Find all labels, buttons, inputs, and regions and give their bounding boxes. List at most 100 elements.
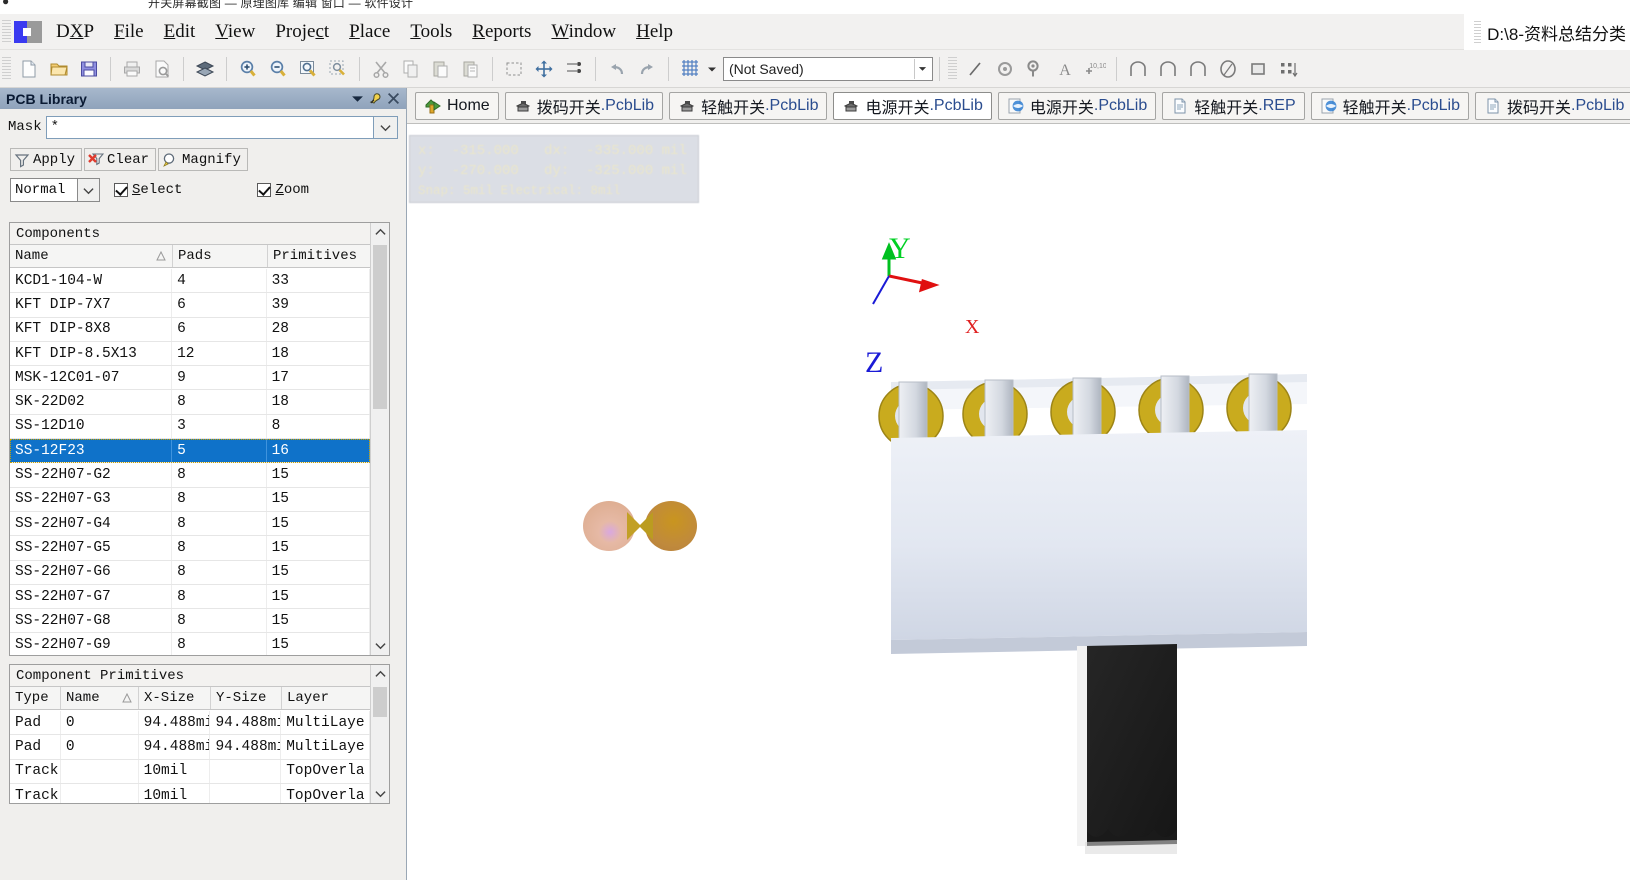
column-header-pads[interactable]: Pads [173,245,268,267]
place-arc-center-icon[interactable] [1124,55,1152,83]
new-document-icon[interactable] [15,55,43,83]
table-row[interactable]: SS-22H07-G4 8 15 [10,511,370,537]
scrollbar-thumb[interactable] [373,245,387,409]
table-row[interactable]: SS-22H07-G6 8 15 [10,560,370,585]
copy-icon[interactable] [397,55,425,83]
tab-4[interactable]: 电源开关 .PcbLib [997,91,1157,120]
snap-grid-combo[interactable]: (Not Saved) [723,56,933,81]
grid-icon[interactable] [676,55,704,83]
tab-3[interactable]: 电源开关 .PcbLib [833,91,992,120]
zoom-out-icon[interactable] [264,55,292,83]
place-arc-edge-icon[interactable] [1154,55,1182,83]
place-coordinate-icon[interactable]: 10,10 [1081,55,1109,83]
chevron-down-icon[interactable] [914,58,930,79]
menu-item-tools[interactable]: Tools [400,18,462,46]
place-fill-icon[interactable] [1244,55,1272,83]
table-row[interactable]: KFT DIP-8.5X13 12 18 [10,341,370,367]
table-row[interactable]: SS-22H07-G9 8 15 [10,633,370,655]
align-icon[interactable] [560,55,588,83]
tab-1[interactable]: 拨码开关 .PcbLib [504,91,664,120]
cone-pair-object[interactable] [575,492,705,562]
undo-icon[interactable] [603,55,631,83]
menu-item-help[interactable]: Help [626,18,683,46]
table-row[interactable]: Track 10mil TopOverla [10,759,370,784]
menu-item-project[interactable]: Project [265,18,339,46]
grid-dropdown-icon[interactable] [705,56,719,82]
table-row[interactable]: KCD1-104-W 4 33 [10,269,370,294]
apply-button[interactable]: Apply [10,148,83,171]
column-header-name[interactable]: Name [10,245,173,267]
column-header-primitives[interactable]: Primitives [268,245,372,267]
chevron-down-icon[interactable] [348,90,366,108]
print-icon[interactable] [118,55,146,83]
board-layers-icon[interactable] [191,55,219,83]
table-row[interactable]: SS-22H07-G7 8 15 [10,584,370,610]
place-toolbar-gripper[interactable] [948,56,957,81]
place-via-icon[interactable] [1021,55,1049,83]
select-mode-dropdown-icon[interactable] [78,178,100,202]
close-icon[interactable] [384,90,402,108]
table-row[interactable]: SK-22D02 8 18 [10,390,370,415]
column-header-type[interactable]: Type [10,687,61,709]
paste-special-icon[interactable] [457,55,485,83]
menu-item-place[interactable]: Place [339,18,400,46]
table-row[interactable]: Track 10mil TopOverla [10,783,370,803]
open-folder-icon[interactable] [45,55,73,83]
table-row[interactable]: SS-22H07-G3 8 15 [10,487,370,512]
place-pad-icon[interactable] [991,55,1019,83]
save-icon[interactable] [75,55,103,83]
select-area-icon[interactable] [500,55,528,83]
place-component-body-icon[interactable] [1274,55,1302,83]
select-checkbox[interactable]: Select [114,182,182,198]
table-row[interactable]: MSK-12C01-07 9 17 [10,366,370,391]
zoom-area-icon[interactable] [294,55,322,83]
zoom-selected-icon[interactable] [324,55,352,83]
column-header-layer[interactable]: Layer [282,687,371,709]
place-full-circle-icon[interactable] [1214,55,1242,83]
tab-6[interactable]: 轻触开关 .PcbLib [1310,91,1469,120]
menu-item-reports[interactable]: Reports [462,18,541,46]
table-row[interactable]: SS-22H07-G5 8 15 [10,536,370,561]
menu-item-edit[interactable]: Edit [154,18,206,46]
table-row[interactable]: SS-22H07-G2 8 15 [10,463,370,488]
select-mode-select[interactable]: Normal [10,178,78,202]
mask-input[interactable]: * [45,115,374,139]
menu-item-window[interactable]: Window [541,18,626,46]
move-icon[interactable] [530,55,558,83]
tab-5[interactable]: 轻触开关 .REP [1162,91,1305,120]
tab-0[interactable]: Home [415,91,499,120]
tab-2[interactable]: 轻触开关 .PcbLib [669,91,828,120]
scroll-up-button[interactable] [371,665,389,684]
table-row[interactable]: SS-22H07-G8 8 15 [10,609,370,634]
scroll-up-button[interactable] [371,223,389,242]
scrollbar-thumb[interactable] [373,687,387,717]
table-row[interactable]: KFT DIP-8X8 6 28 [10,317,370,342]
table-row[interactable]: KFT DIP-7X7 6 39 [10,293,370,318]
scroll-down-button[interactable] [371,784,389,803]
table-row[interactable]: SS-12D10 3 8 [10,414,370,440]
toolbar-gripper[interactable] [2,56,11,81]
menu-gripper[interactable] [2,19,11,44]
primitives-scrollbar[interactable] [370,665,389,803]
place-string-icon[interactable]: A [1051,55,1079,83]
column-header-name[interactable]: Name [61,687,139,709]
menu-item-file[interactable]: File [104,18,154,46]
clear-button[interactable]: Clear [84,148,157,171]
pin-icon[interactable] [366,90,384,108]
magnify-button[interactable]: Magnify [158,148,248,171]
redo-icon[interactable] [633,55,661,83]
place-line-icon[interactable] [961,55,989,83]
dip-switch-3d-model[interactable] [877,254,1337,854]
print-preview-icon[interactable] [148,55,176,83]
paste-icon[interactable] [427,55,455,83]
cut-icon[interactable] [367,55,395,83]
column-header-y-size[interactable]: Y-Size [211,687,282,709]
mask-dropdown-button[interactable] [374,115,398,139]
components-scrollbar[interactable] [370,223,389,655]
menu-item-view[interactable]: View [205,18,265,46]
pcb-3d-canvas[interactable]: x: -315.000 dx: -335.000 mil y: -270.000… [407,124,1630,880]
path-gripper[interactable] [1474,21,1482,43]
menu-item-dxp[interactable]: DXP [46,18,104,46]
table-row[interactable]: SS-12F23 5 16 [10,439,370,464]
table-row[interactable]: Pad 0 94.488mi 94.488mi MultiLaye [10,711,370,736]
